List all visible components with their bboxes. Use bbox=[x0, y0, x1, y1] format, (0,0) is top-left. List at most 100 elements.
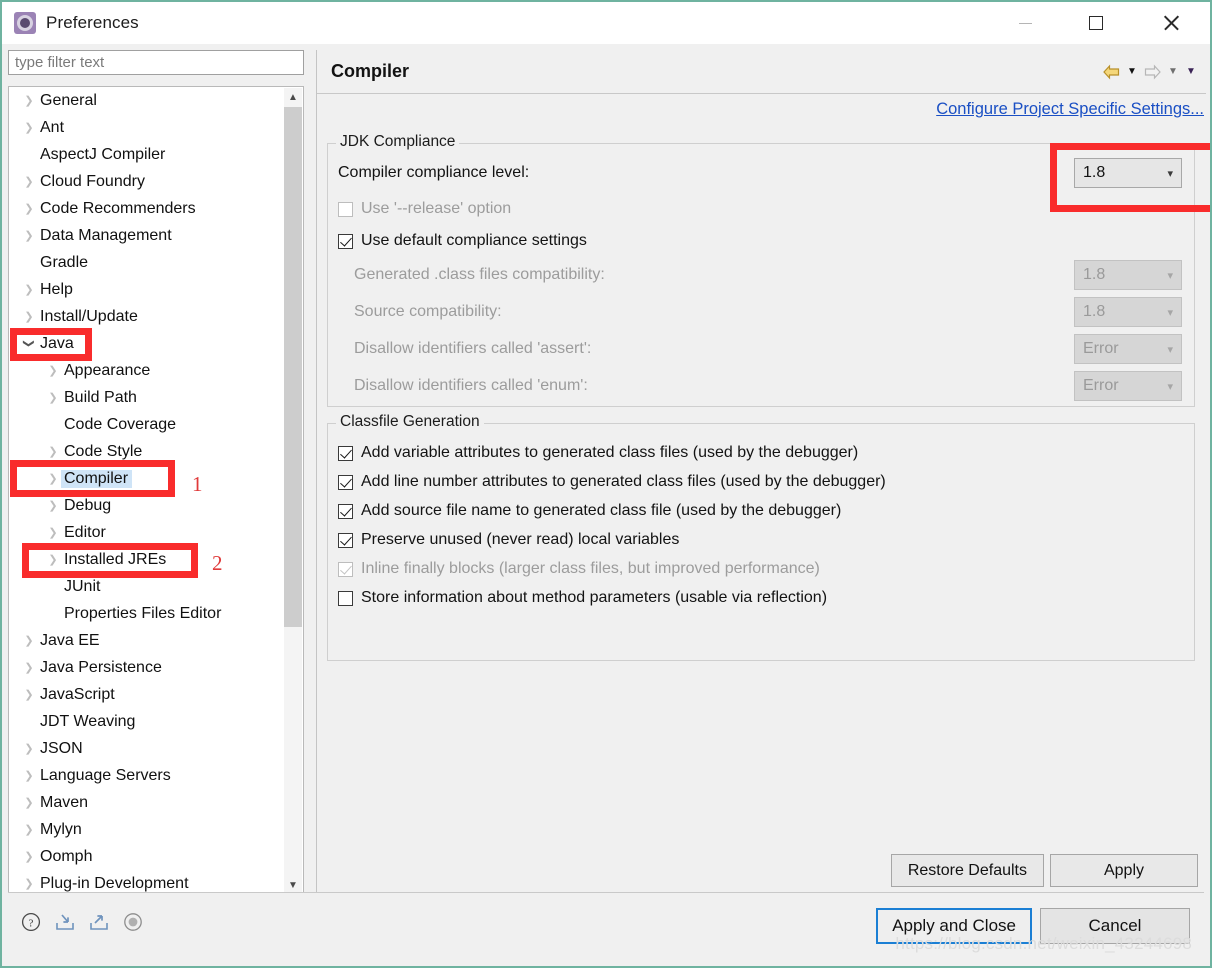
sidebar-item-java-persistence[interactable]: ❯ Java Persistence bbox=[9, 654, 285, 681]
sidebar-item-javascript[interactable]: ❯ JavaScript bbox=[9, 681, 285, 708]
use-release-row[interactable]: Use '--release' option bbox=[338, 196, 511, 222]
sidebar-item-label: Code Coverage bbox=[64, 415, 177, 433]
sidebar-item-help[interactable]: ❯ Help bbox=[9, 276, 285, 303]
sidebar-item-ant[interactable]: ❯ Ant bbox=[9, 114, 285, 141]
chevron-right-icon[interactable]: ❯ bbox=[21, 310, 37, 323]
chevron-right-icon[interactable]: ❯ bbox=[21, 877, 37, 890]
chevron-right-icon[interactable]: ❯ bbox=[21, 634, 37, 647]
chevron-right-icon[interactable]: ❯ bbox=[45, 553, 61, 566]
classfile-option-row[interactable]: Add variable attributes to generated cla… bbox=[338, 440, 858, 466]
apply-button[interactable]: Apply bbox=[1050, 854, 1198, 887]
apply-and-close-button[interactable]: Apply and Close bbox=[876, 908, 1032, 944]
sidebar-item-build-path[interactable]: ❯ Build Path bbox=[9, 384, 285, 411]
sidebar-item-code-recommenders[interactable]: ❯ Code Recommenders bbox=[9, 195, 285, 222]
sidebar-item-editor[interactable]: ❯ Editor bbox=[9, 519, 285, 546]
back-arrow-icon[interactable] bbox=[1102, 64, 1121, 80]
export-icon[interactable] bbox=[88, 911, 110, 933]
sidebar-item-data-management[interactable]: ❯ Data Management bbox=[9, 222, 285, 249]
scroll-up-icon[interactable]: ▲ bbox=[284, 88, 302, 106]
classfile-option-checkbox[interactable] bbox=[338, 532, 353, 548]
sidebar-item-java-ee[interactable]: ❯ Java EE bbox=[9, 627, 285, 654]
classfile-option-row[interactable]: Add line number attributes to generated … bbox=[338, 469, 886, 495]
filter-input[interactable] bbox=[8, 50, 304, 75]
chevron-right-icon[interactable]: ❯ bbox=[45, 472, 61, 485]
chevron-right-icon[interactable]: ❯ bbox=[21, 742, 37, 755]
scrollbar-thumb[interactable] bbox=[284, 107, 302, 627]
preferences-dialog: Preferences ❯General❯AntAspectJ Compiler… bbox=[0, 0, 1212, 968]
classfile-option-row[interactable]: Store information about method parameter… bbox=[338, 585, 827, 611]
chevron-down-icon[interactable]: ❯ bbox=[23, 336, 36, 352]
chevron-right-icon[interactable]: ❯ bbox=[21, 688, 37, 701]
sidebar-item-json[interactable]: ❯ JSON bbox=[9, 735, 285, 762]
classfile-option-row[interactable]: Preserve unused (never read) local varia… bbox=[338, 527, 679, 553]
use-default-compliance-row[interactable]: Use default compliance settings bbox=[338, 228, 587, 254]
jdk-field-dropdown[interactable]: Error ▾ bbox=[1074, 371, 1182, 401]
chevron-right-icon[interactable]: ❯ bbox=[21, 94, 37, 107]
sidebar-item-compiler[interactable]: ❯ Compiler bbox=[9, 465, 285, 492]
chevron-right-icon[interactable]: ❯ bbox=[45, 499, 61, 512]
maximize-button[interactable] bbox=[1060, 2, 1132, 44]
classfile-option-row[interactable]: Add source file name to generated class … bbox=[338, 498, 841, 524]
close-button[interactable] bbox=[1132, 2, 1210, 44]
compliance-level-dropdown[interactable]: 1.8 ▾ bbox=[1074, 158, 1182, 188]
classfile-option-checkbox[interactable] bbox=[338, 474, 353, 490]
chevron-right-icon[interactable]: ❯ bbox=[45, 391, 61, 404]
chevron-right-icon[interactable]: ❯ bbox=[21, 850, 37, 863]
chevron-right-icon[interactable]: ❯ bbox=[45, 445, 61, 458]
forward-menu-chevron-down-icon[interactable]: ▼ bbox=[1166, 65, 1180, 79]
chevron-right-icon[interactable]: ❯ bbox=[21, 769, 37, 782]
sidebar-item-java[interactable]: ❯ Java bbox=[9, 330, 285, 357]
classfile-option-checkbox[interactable] bbox=[338, 590, 353, 606]
tree-scrollbar[interactable]: ▲ ▼ bbox=[284, 88, 302, 893]
cancel-button[interactable]: Cancel bbox=[1040, 908, 1190, 944]
configure-project-specific-settings-link[interactable]: Configure Project Specific Settings... bbox=[936, 100, 1204, 119]
use-default-compliance-checkbox[interactable] bbox=[338, 233, 353, 249]
sidebar-item-appearance[interactable]: ❯ Appearance bbox=[9, 357, 285, 384]
chevron-right-icon[interactable]: ❯ bbox=[21, 175, 37, 188]
sidebar-item-code-coverage[interactable]: Code Coverage bbox=[9, 411, 285, 438]
record-icon[interactable] bbox=[122, 911, 144, 933]
sidebar-item-oomph[interactable]: ❯ Oomph bbox=[9, 843, 285, 870]
chevron-right-icon[interactable]: ❯ bbox=[21, 823, 37, 836]
sidebar-item-jdt-weaving[interactable]: JDT Weaving bbox=[9, 708, 285, 735]
minimize-button[interactable] bbox=[990, 2, 1060, 44]
chevron-right-icon[interactable]: ❯ bbox=[21, 202, 37, 215]
sidebar-item-properties-files-editor[interactable]: Properties Files Editor bbox=[9, 600, 285, 627]
sidebar-item-mylyn[interactable]: ❯ Mylyn bbox=[9, 816, 285, 843]
sidebar-item-debug[interactable]: ❯ Debug bbox=[9, 492, 285, 519]
use-release-checkbox[interactable] bbox=[338, 201, 353, 217]
jdk-field-dropdown[interactable]: 1.8 ▾ bbox=[1074, 260, 1182, 290]
sidebar-item-code-style[interactable]: ❯ Code Style bbox=[9, 438, 285, 465]
sidebar-item-maven[interactable]: ❯ Maven bbox=[9, 789, 285, 816]
jdk-field-row: Generated .class files compatibility: bbox=[354, 262, 605, 288]
sidebar-item-installed-jres[interactable]: ❯ Installed JREs bbox=[9, 546, 285, 573]
sidebar-item-junit[interactable]: JUnit bbox=[9, 573, 285, 600]
classfile-option-checkbox[interactable] bbox=[338, 561, 353, 577]
jdk-field-dropdown[interactable]: 1.8 ▾ bbox=[1074, 297, 1182, 327]
sidebar-item-language-servers[interactable]: ❯ Language Servers bbox=[9, 762, 285, 789]
chevron-right-icon[interactable]: ❯ bbox=[21, 661, 37, 674]
help-icon[interactable]: ? bbox=[20, 911, 42, 933]
sidebar-item-general[interactable]: ❯ General bbox=[9, 87, 285, 114]
classfile-option-row[interactable]: Inline finally blocks (larger class file… bbox=[338, 556, 820, 582]
sidebar-item-plug-in-development[interactable]: ❯ Plug-in Development bbox=[9, 870, 285, 893]
view-menu-chevron-down-icon[interactable]: ▼ bbox=[1184, 65, 1198, 79]
preferences-tree[interactable]: ❯ General ❯ Ant AspectJ Compiler ❯ Cloud Found… bbox=[9, 87, 285, 893]
sidebar-item-install-update[interactable]: ❯ Install/Update bbox=[9, 303, 285, 330]
sidebar-item-cloud-foundry[interactable]: ❯ Cloud Foundry bbox=[9, 168, 285, 195]
jdk-field-dropdown[interactable]: Error ▾ bbox=[1074, 334, 1182, 364]
sidebar-item-aspectj-compiler[interactable]: AspectJ Compiler bbox=[9, 141, 285, 168]
classfile-option-checkbox[interactable] bbox=[338, 445, 353, 461]
restore-defaults-button[interactable]: Restore Defaults bbox=[890, 854, 1044, 887]
chevron-right-icon[interactable]: ❯ bbox=[21, 121, 37, 134]
import-icon[interactable] bbox=[54, 911, 76, 933]
chevron-right-icon[interactable]: ❯ bbox=[21, 229, 37, 242]
chevron-right-icon[interactable]: ❯ bbox=[45, 364, 61, 377]
sidebar-item-gradle[interactable]: Gradle bbox=[9, 249, 285, 276]
chevron-right-icon[interactable]: ❯ bbox=[45, 526, 61, 539]
back-menu-chevron-down-icon[interactable]: ▼ bbox=[1125, 65, 1139, 79]
chevron-right-icon[interactable]: ❯ bbox=[21, 283, 37, 296]
classfile-option-checkbox[interactable] bbox=[338, 503, 353, 519]
chevron-right-icon[interactable]: ❯ bbox=[21, 796, 37, 809]
sidebar-item-label: Language Servers bbox=[40, 766, 171, 784]
